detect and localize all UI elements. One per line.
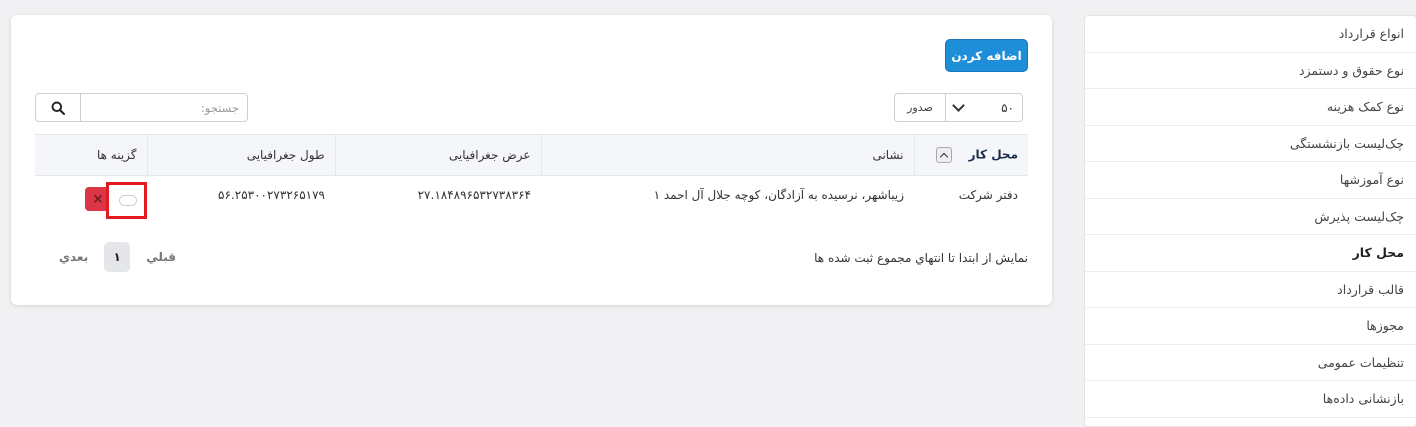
page-size-value: ۵۰ (1001, 100, 1014, 115)
workplace-table: محل کار نشانی عرض جغرافیایی طول جغرافیای… (35, 134, 1028, 219)
add-button[interactable]: اضافه کردن (945, 39, 1028, 72)
sidebar-item-salary-types[interactable]: نوع حقوق و دستمزد (1085, 53, 1416, 89)
search-icon (51, 101, 65, 115)
sidebar-item-workplace[interactable]: محل کار (1085, 235, 1416, 272)
pagination: بعدي ۱ قبلي (59, 242, 176, 272)
workplace-card: اضافه کردن صدور ۵۰ محل کار (11, 15, 1052, 305)
table-row: دفتر شرکت زیباشهر، نرسیده به آزادگان، کو… (35, 176, 1028, 219)
sidebar-item-training-types[interactable]: نوع آموزشها (1085, 162, 1416, 199)
sort-toggle-button[interactable] (936, 147, 953, 163)
page-number-1[interactable]: ۱ (104, 242, 131, 272)
column-header-options: گزینه ها (35, 134, 147, 176)
cell-address: زیباشهر، نرسیده به آزادگان، کوچه جلال آل… (653, 188, 904, 202)
column-header-latitude[interactable]: عرض جغرافیایی (334, 134, 541, 176)
page-size-control: صدور ۵۰ (894, 93, 1023, 122)
cell-longitude: ۵۶.۲۵۳۰۰۲۷۳۲۶۵۱۷۹ (218, 188, 325, 202)
column-header-address[interactable]: نشانی (540, 134, 914, 176)
search-button[interactable] (36, 94, 81, 121)
status-toggle[interactable] (119, 195, 137, 206)
highlight-box (106, 182, 147, 219)
page-size-select[interactable]: ۵۰ (946, 94, 1022, 121)
sidebar-item-permissions[interactable]: مجوزها (1085, 308, 1416, 345)
column-header-longitude[interactable]: طول جغرافیایی (146, 134, 335, 176)
cell-options: × (35, 176, 147, 219)
cell-workplace: دفتر شرکت (958, 188, 1018, 202)
sidebar-item-allowance-types[interactable]: نوع کمک هزینه (1085, 89, 1416, 126)
chevron-up-icon (940, 152, 949, 161)
table-info: نمایش از ابتدا تا انتهاي مجموع ثبت شده ه… (814, 251, 1028, 265)
sidebar-item-data-reset[interactable]: بازنشانی داده‌ها (1085, 381, 1416, 418)
settings-sidebar: انواع قرارداد نوع حقوق و دستمزد نوع کمک … (1084, 15, 1416, 427)
close-icon: × (92, 191, 104, 207)
column-header-workplace[interactable]: محل کار (913, 134, 1028, 176)
table-header-row: محل کار نشانی عرض جغرافیایی طول جغرافیای… (35, 134, 1028, 176)
sidebar-item-general-settings[interactable]: تنظیمات عمومی (1085, 345, 1416, 381)
sidebar-item-contract-template[interactable]: قالب قرارداد (1085, 272, 1416, 308)
sidebar-item-onboarding-checklist[interactable]: چک‌لیست پذیرش (1085, 199, 1416, 235)
search-box (35, 93, 248, 122)
prev-page-link[interactable]: قبلي (146, 250, 176, 264)
next-page-link[interactable]: بعدي (59, 250, 88, 264)
chevron-down-icon (952, 99, 965, 112)
sidebar-item-contract-types[interactable]: انواع قرارداد (1085, 16, 1416, 53)
sidebar-item-retirement-checklist[interactable]: چک‌لیست بازنشستگی (1085, 126, 1416, 162)
search-input[interactable] (81, 94, 247, 121)
export-button[interactable]: صدور (895, 94, 946, 121)
cell-latitude: ۲۷.۱۸۴۸۹۶۵۳۲۷۳۸۳۶۴ (417, 188, 531, 202)
